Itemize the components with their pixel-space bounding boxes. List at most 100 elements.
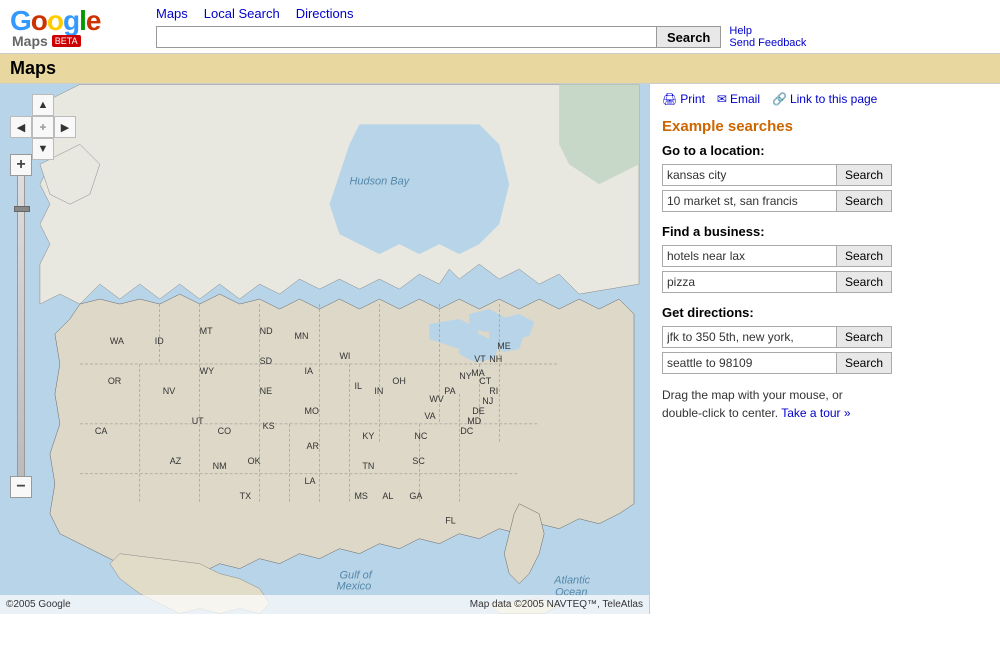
nav-links: Maps Local Search Directions bbox=[156, 6, 990, 21]
goto-location-section: Go to a location: Search Search bbox=[662, 143, 988, 212]
zoom-out-button[interactable]: − bbox=[10, 476, 32, 498]
link-to-page-link[interactable]: 🔗 Link to this page bbox=[772, 92, 877, 106]
example-search-btn-kansas[interactable]: Search bbox=[837, 164, 892, 186]
maps-label: Maps bbox=[12, 33, 48, 49]
email-label: Email bbox=[730, 92, 760, 106]
pan-right-button[interactable]: ▶ bbox=[54, 116, 76, 138]
nav-directions[interactable]: Directions bbox=[296, 6, 354, 21]
state-wy: WY bbox=[200, 366, 214, 376]
google-logo: Google bbox=[10, 7, 100, 35]
pan-center-button[interactable]: ✛ bbox=[32, 116, 54, 138]
example-search-btn-market[interactable]: Search bbox=[837, 190, 892, 212]
header: Google Maps BETA Maps Local Search Direc… bbox=[0, 0, 1000, 54]
state-nm: NM bbox=[213, 461, 227, 471]
feedback-link[interactable]: Send Feedback bbox=[729, 37, 806, 49]
example-input-seattle[interactable] bbox=[662, 352, 837, 374]
state-wv: WV bbox=[429, 394, 443, 404]
logo-e: e bbox=[86, 5, 101, 36]
state-ok: OK bbox=[248, 456, 261, 466]
state-fl: FL bbox=[445, 516, 455, 526]
state-ct: CT bbox=[479, 376, 491, 386]
pan-left-button[interactable]: ◀ bbox=[10, 116, 32, 138]
logo-o1: o bbox=[31, 5, 47, 36]
nav-local-search[interactable]: Local Search bbox=[204, 6, 280, 21]
example-searches-title: Example searches bbox=[662, 118, 988, 135]
example-input-market[interactable] bbox=[662, 190, 837, 212]
data-credit-label: Map data ©2005 NAVTEQ™, TeleAtlas bbox=[470, 599, 643, 610]
state-id: ID bbox=[155, 336, 164, 346]
zoom-thumb[interactable] bbox=[14, 206, 30, 212]
example-row-kansas: Search bbox=[662, 164, 988, 186]
state-co: CO bbox=[218, 426, 231, 436]
state-vt: VT bbox=[474, 354, 486, 364]
map-container[interactable]: ▲ ◀ ✛ ▶ ▼ + − bbox=[0, 84, 650, 614]
zoom-track[interactable] bbox=[17, 176, 25, 476]
state-ar: AR bbox=[307, 441, 320, 451]
state-il: IL bbox=[354, 381, 361, 391]
find-business-title: Find a business: bbox=[662, 224, 988, 239]
state-ny: NY bbox=[459, 371, 471, 381]
action-links: 🖨 Print ✉ Email 🔗 Link to this page bbox=[662, 92, 988, 106]
state-mt: MT bbox=[200, 326, 213, 336]
main-content: ▲ ◀ ✛ ▶ ▼ + − bbox=[0, 84, 1000, 614]
state-ri: RI bbox=[489, 386, 498, 396]
hudson-bay-label: Hudson Bay bbox=[349, 175, 410, 187]
zoom-in-button[interactable]: + bbox=[10, 154, 32, 176]
get-directions-title: Get directions: bbox=[662, 305, 988, 320]
search-input[interactable] bbox=[156, 26, 656, 48]
state-ks: KS bbox=[263, 421, 275, 431]
state-md: MD bbox=[467, 416, 481, 426]
email-icon: ✉ bbox=[717, 92, 727, 106]
example-search-btn-jfk[interactable]: Search bbox=[837, 326, 892, 348]
state-la: LA bbox=[305, 476, 316, 486]
example-input-pizza[interactable] bbox=[662, 271, 837, 293]
ctrl-row-mid: ◀ ✛ ▶ bbox=[10, 116, 76, 138]
state-oh: OH bbox=[392, 376, 405, 386]
map-svg: WA OR CA ID MT WY NV UT CO AZ NM ND SD N… bbox=[0, 84, 649, 614]
drag-note: Drag the map with your mouse, or double-… bbox=[662, 386, 988, 422]
state-ga: GA bbox=[409, 491, 422, 501]
example-row-market: Search bbox=[662, 190, 988, 212]
example-input-jfk[interactable] bbox=[662, 326, 837, 348]
example-search-btn-pizza[interactable]: Search bbox=[837, 271, 892, 293]
example-input-hotels[interactable] bbox=[662, 245, 837, 267]
state-az: AZ bbox=[170, 456, 182, 466]
right-panel: 🖨 Print ✉ Email 🔗 Link to this page Exam… bbox=[650, 84, 1000, 614]
state-dc: DC bbox=[460, 426, 473, 436]
state-de: DE bbox=[472, 406, 484, 416]
example-row-pizza: Search bbox=[662, 271, 988, 293]
get-directions-section: Get directions: Search Search bbox=[662, 305, 988, 374]
link-to-page-label: Link to this page bbox=[790, 92, 877, 106]
state-ca: CA bbox=[95, 426, 107, 436]
tour-link[interactable]: Take a tour » bbox=[781, 406, 850, 420]
state-ne: NE bbox=[260, 386, 272, 396]
state-nv: NV bbox=[163, 386, 175, 396]
search-button[interactable]: Search bbox=[656, 26, 721, 48]
pan-up-button[interactable]: ▲ bbox=[32, 94, 54, 116]
gulf-mexico-label2: Mexico bbox=[336, 581, 371, 593]
state-ia: IA bbox=[305, 366, 313, 376]
example-search-btn-hotels[interactable]: Search bbox=[837, 245, 892, 267]
logo-o2: o bbox=[47, 5, 63, 36]
beta-badge: BETA bbox=[52, 35, 81, 47]
example-input-kansas[interactable] bbox=[662, 164, 837, 186]
logo-g: G bbox=[10, 5, 31, 36]
nav-maps[interactable]: Maps bbox=[156, 6, 188, 21]
logo-sub: Maps BETA bbox=[10, 33, 81, 49]
search-row: Search Help Send Feedback bbox=[156, 25, 990, 49]
logo-g2: g bbox=[63, 5, 79, 36]
state-mn: MN bbox=[295, 331, 309, 341]
example-search-btn-seattle[interactable]: Search bbox=[837, 352, 892, 374]
print-icon: 🖨 bbox=[662, 92, 677, 106]
state-nd: ND bbox=[260, 326, 273, 336]
state-nh: NH bbox=[489, 354, 502, 364]
pan-down-button[interactable]: ▼ bbox=[32, 138, 54, 160]
state-tx: TX bbox=[240, 491, 251, 501]
example-row-seattle: Search bbox=[662, 352, 988, 374]
state-mo: MO bbox=[305, 406, 319, 416]
print-link[interactable]: 🖨 Print bbox=[662, 92, 705, 106]
state-ut: UT bbox=[192, 416, 204, 426]
help-link[interactable]: Help bbox=[729, 25, 806, 37]
atlantic-ocean-label: Atlantic bbox=[553, 575, 590, 587]
email-link[interactable]: ✉ Email bbox=[717, 92, 760, 106]
